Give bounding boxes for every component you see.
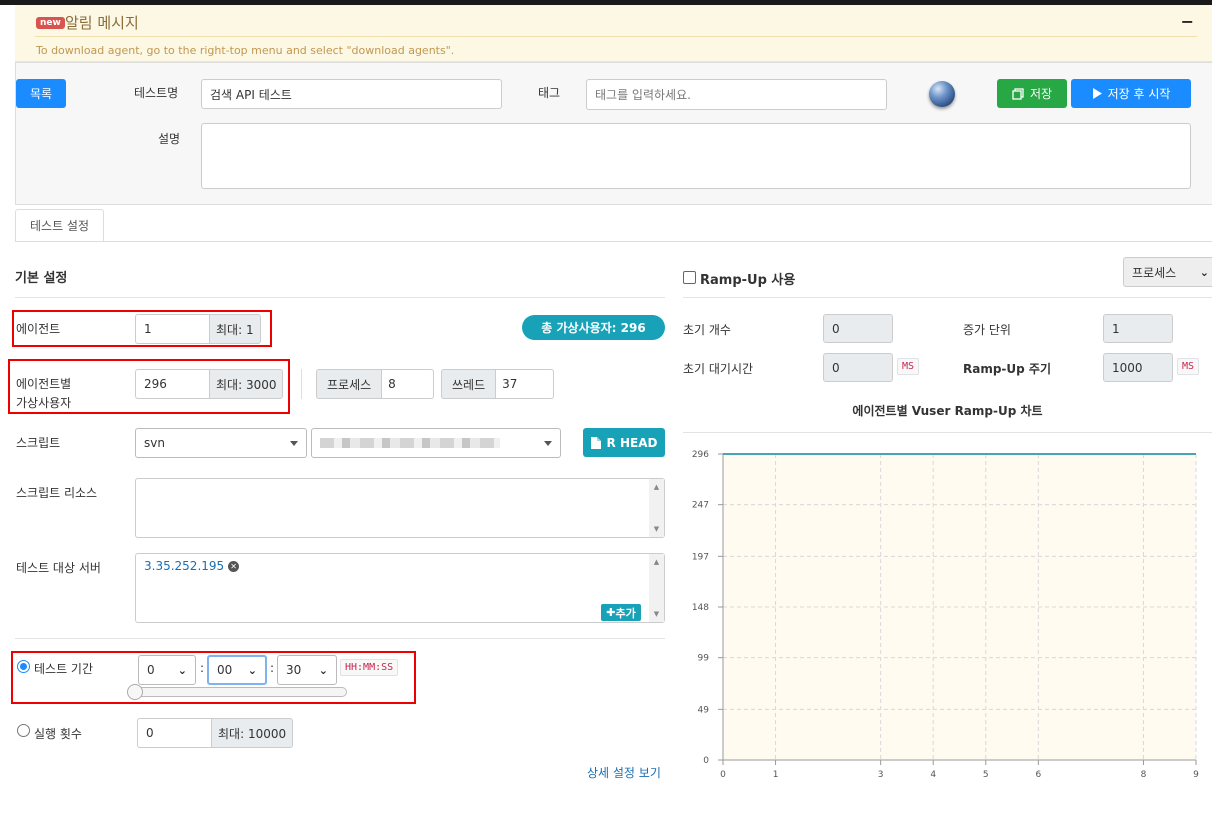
- tag-input[interactable]: 태그를 입력하세요.: [586, 79, 887, 110]
- highlight-box: [8, 359, 290, 414]
- thread-group: 쓰레드 37: [441, 369, 555, 399]
- x-tick-label: 9: [1193, 770, 1199, 780]
- basic-settings-title: 기본 설정: [15, 271, 68, 286]
- initial-count-label: 초기 개수: [683, 323, 731, 337]
- rampup-type-select[interactable]: 프로세스 ⌄: [1123, 257, 1212, 287]
- y-tick-label: 296: [692, 450, 709, 460]
- globe-icon[interactable]: [929, 81, 955, 107]
- process-label: 프로세스: [316, 369, 382, 399]
- scrollbar[interactable]: ▲ ▼: [649, 554, 664, 622]
- interval-input[interactable]: 1000: [1103, 353, 1173, 382]
- y-tick-label: 0: [703, 756, 709, 766]
- step-label: 증가 단위: [963, 323, 1011, 337]
- rampup-checkbox[interactable]: [683, 271, 696, 284]
- rampup-chart: 0 49 99 148 197 247 296 0 1 3 4 5 6 8 9: [692, 450, 1199, 780]
- run-count-input[interactable]: 0: [137, 718, 211, 748]
- x-tick-label: 4: [930, 770, 936, 780]
- notice-message: To download agent, go to the right-top m…: [36, 44, 455, 57]
- tag-label: 태그: [538, 86, 561, 100]
- section-divider: [15, 638, 665, 639]
- head-revision-button[interactable]: R HEAD: [583, 428, 665, 457]
- blurred-script-name: [320, 438, 500, 448]
- step-input[interactable]: 1: [1103, 314, 1173, 343]
- y-tick-label: 49: [698, 705, 710, 715]
- x-tick-label: 6: [1035, 770, 1041, 780]
- run-count-radio[interactable]: [17, 724, 30, 737]
- save-button[interactable]: 저장: [997, 79, 1067, 108]
- process-group: 프로세스 8: [316, 369, 435, 399]
- save-and-start-button[interactable]: 저장 후 시작: [1071, 79, 1191, 108]
- target-server-label: 테스트 대상 서버: [16, 561, 101, 575]
- play-icon: [1092, 88, 1102, 99]
- rampup-type-value: 프로세스: [1132, 265, 1177, 280]
- notice-panel: new 알림 메시지 − To download agent, go to th…: [15, 5, 1212, 62]
- script-resource-label: 스크립트 리소스: [16, 486, 98, 500]
- rampup-label: Ramp-Up 사용: [700, 273, 796, 288]
- detail-settings-link[interactable]: 상세 설정 보기: [587, 764, 661, 781]
- notice-divider: [35, 36, 1197, 37]
- scrollbar[interactable]: ▲ ▼: [649, 479, 664, 537]
- tab-underline: [15, 241, 1212, 242]
- notice-title: 알림 메시지: [65, 14, 139, 32]
- script-repo-select[interactable]: svn: [135, 428, 307, 458]
- target-server-box[interactable]: 3.35.252.195 ✕ ✚ 추가 ▲ ▼: [135, 553, 665, 623]
- run-count-group: 0 최대: 10000: [137, 718, 294, 748]
- highlight-box: [12, 310, 272, 347]
- highlight-box: [11, 651, 416, 704]
- y-tick-label: 99: [698, 654, 710, 664]
- save-and-start-label: 저장 후 시작: [1107, 87, 1171, 101]
- description-textarea[interactable]: [201, 123, 1191, 189]
- chart-divider: [683, 432, 1212, 433]
- test-name-input[interactable]: 검색 API 테스트: [201, 79, 502, 109]
- x-tick-label: 8: [1141, 770, 1147, 780]
- chevron-down-icon: ⌄: [1199, 265, 1209, 279]
- server-tag: 3.35.252.195 ✕: [144, 559, 240, 573]
- file-icon: [590, 436, 601, 449]
- initial-sleep-label: 초기 대기시간: [683, 362, 754, 376]
- tab-test-settings[interactable]: 테스트 설정: [15, 209, 104, 242]
- thread-input[interactable]: 37: [495, 369, 555, 399]
- script-resource-textarea[interactable]: ▲ ▼: [135, 478, 665, 538]
- add-server-label: 추가: [615, 606, 636, 620]
- description-label: 설명: [158, 132, 181, 146]
- chart-title: 에이전트별 Vuser Ramp-Up 차트: [852, 404, 1043, 418]
- script-label: 스크립트: [16, 436, 61, 450]
- save-button-label: 저장: [1029, 87, 1053, 101]
- script-file-select[interactable]: [311, 428, 561, 458]
- caret-down-icon: [544, 440, 552, 446]
- process-input[interactable]: 8: [381, 369, 435, 399]
- head-revision-label: R HEAD: [606, 435, 658, 450]
- test-name-label: 테스트명: [134, 86, 179, 100]
- initial-count-input[interactable]: 0: [823, 314, 893, 343]
- x-tick-label: 3: [878, 770, 884, 780]
- add-server-button[interactable]: ✚ 추가: [601, 604, 641, 621]
- run-count-max-addon: 최대: 10000: [211, 718, 294, 748]
- run-count-label: 실행 횟수: [34, 727, 82, 741]
- initial-sleep-input[interactable]: 0: [823, 353, 893, 382]
- minimize-icon[interactable]: −: [1181, 12, 1194, 31]
- list-button[interactable]: 목록: [16, 79, 66, 108]
- test-form-panel: 목록 테스트명 검색 API 테스트 태그 태그를 입력하세요. 저장 저장 후…: [15, 62, 1212, 205]
- vertical-divider: [301, 369, 302, 399]
- section-divider: [15, 297, 665, 298]
- x-tick-label: 0: [720, 770, 726, 780]
- section-divider: [683, 297, 1212, 298]
- interval-label: Ramp-Up 주기: [963, 362, 1052, 376]
- x-tick-label: 5: [983, 770, 989, 780]
- new-badge: new: [36, 17, 65, 29]
- x-tick-label: 1: [773, 770, 779, 780]
- total-vuser-badge: 총 가상사용자: 296: [522, 315, 665, 340]
- server-address: 3.35.252.195: [144, 559, 225, 573]
- remove-circle-icon[interactable]: ✕: [228, 560, 240, 572]
- ms-unit-hint: MS: [897, 358, 920, 375]
- copy-icon: [1012, 87, 1024, 100]
- plus-icon: ✚: [606, 606, 616, 619]
- caret-down-icon: [290, 440, 298, 446]
- ms-unit-hint: MS: [1177, 358, 1200, 375]
- thread-label: 쓰레드: [441, 369, 496, 399]
- y-tick-label: 197: [692, 552, 709, 562]
- y-tick-label: 148: [692, 603, 709, 613]
- y-tick-label: 247: [692, 501, 709, 511]
- script-repo-value: svn: [144, 436, 165, 450]
